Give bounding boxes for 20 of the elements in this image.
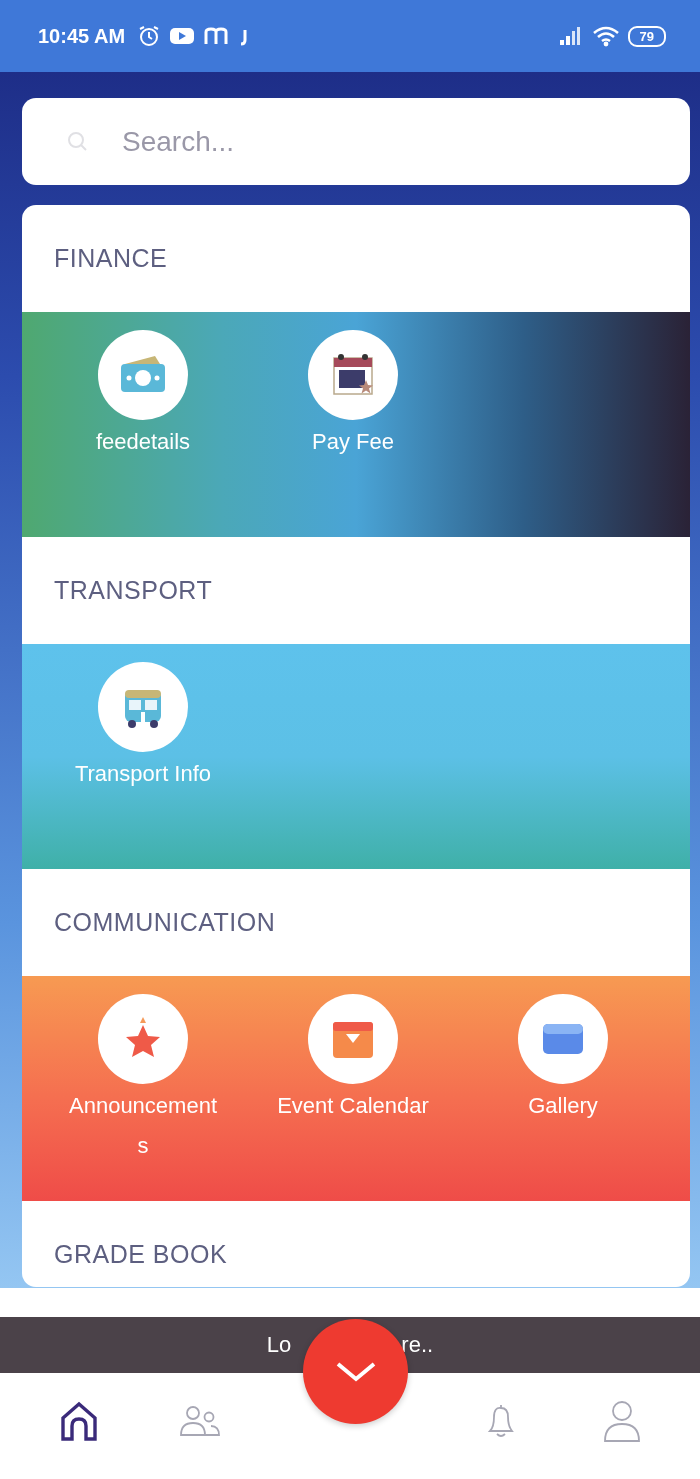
menu-tile[interactable]: feedetails bbox=[38, 330, 248, 462]
menu-tile[interactable]: Gallery bbox=[458, 994, 668, 1126]
wifi-icon bbox=[591, 25, 620, 47]
video-icon bbox=[169, 26, 196, 46]
profile-icon[interactable] bbox=[601, 1399, 642, 1443]
menu-tile[interactable]: Pay Fee bbox=[248, 330, 458, 462]
search-field[interactable]: Search... bbox=[22, 98, 690, 185]
section-title: COMMUNICATION bbox=[54, 908, 276, 937]
menu-tile[interactable]: Event Calendar bbox=[248, 994, 458, 1126]
menu-tile[interactable]: Transport Info bbox=[38, 662, 248, 794]
section-title: FINANCE bbox=[54, 244, 168, 273]
menu-tile[interactable]: Announcements bbox=[38, 994, 248, 1166]
toast-text: Lo bbox=[266, 1332, 292, 1358]
section-title: TRANSPORT bbox=[54, 576, 213, 605]
section-title: GRADE BOOK bbox=[54, 1240, 228, 1269]
toast-text: re.. bbox=[401, 1332, 434, 1358]
status-time: 10:45 AM bbox=[38, 24, 126, 48]
m-icon bbox=[203, 26, 230, 46]
search-icon bbox=[66, 130, 88, 152]
battery-indicator: 79 bbox=[627, 25, 666, 47]
